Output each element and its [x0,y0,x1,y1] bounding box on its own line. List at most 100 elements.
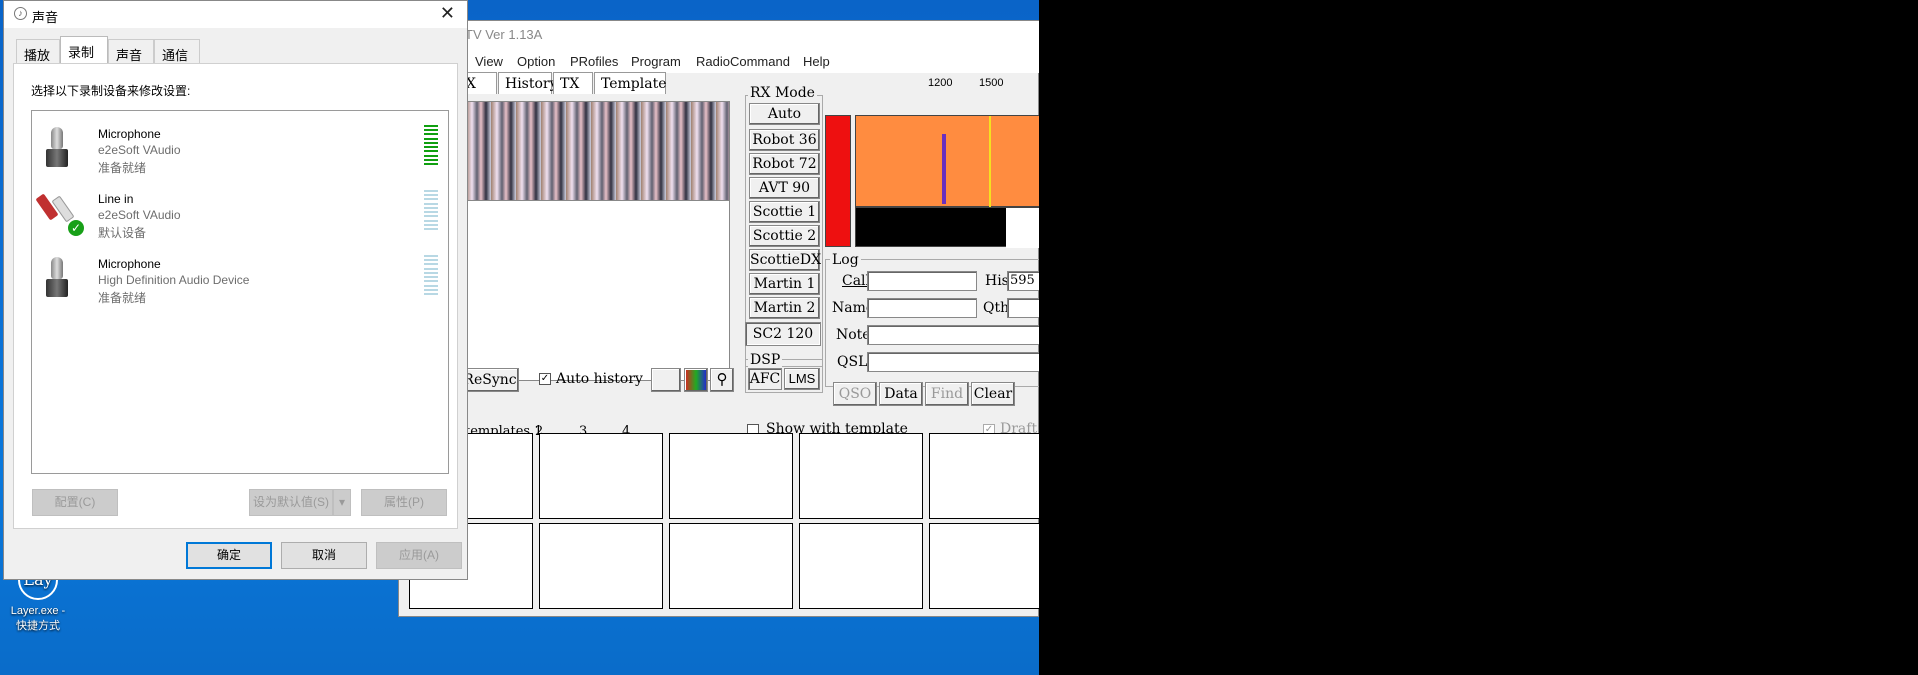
name-field[interactable] [867,298,977,318]
template-cell[interactable] [799,433,923,519]
call-label: Call [842,273,871,289]
clear-button[interactable]: Clear [971,382,1015,406]
device-item-microphone-vaudio[interactable]: Microphone e2eSoft VAudio 准备就绪 [32,117,448,181]
desktop-shortcut-label: Layer.exe - [10,605,66,617]
device-name: Line in [98,192,134,206]
tab-playback[interactable]: 播放 [16,39,60,63]
log-legend: Log [830,252,861,268]
apply-button[interactable]: 应用(A) [376,542,462,569]
tab-sounds[interactable]: 声音 [108,39,154,63]
mode-scottie2-button[interactable]: Scottie 2 [749,225,820,247]
ok-button[interactable]: 确定 [186,542,272,569]
tab-history[interactable]: History [498,72,558,94]
tab-communications[interactable]: 通信 [154,39,200,63]
scale-1200: 1200 [928,77,953,89]
mode-martin2-button[interactable]: Martin 2 [749,297,820,319]
level-meter [424,125,438,165]
tab-recording[interactable]: 录制 [60,36,108,64]
device-driver: e2eSoft VAudio [98,143,181,157]
device-item-line-in[interactable]: ✓ Line in e2eSoft VAudio 默认设备 [32,182,448,246]
mmsstv-window: TV Ver 1.13A View Option PRofiles Progra… [398,20,1039,617]
cancel-button[interactable]: 取消 [281,542,367,569]
tab-tx[interactable]: TX [553,72,593,94]
rx-image [465,101,730,201]
template-cell[interactable] [799,523,923,609]
speaker-icon: ♪ [14,7,27,20]
mode-robot36-button[interactable]: Robot 36 [749,129,820,151]
mode-scottie1-button[interactable]: Scottie 1 [749,201,820,223]
template-cell[interactable] [539,433,663,519]
configure-button[interactable]: 配置(C) [32,489,118,516]
mmsstv-title: TV Ver 1.13A [465,27,543,42]
data-button[interactable]: Data [879,382,923,406]
rx-mode-legend: RX Mode [748,85,817,101]
qth-label: Qth [983,300,1010,316]
level-meter [424,190,438,230]
find-button[interactable]: Find [925,382,969,406]
dsp-legend: DSP [748,352,783,368]
device-driver: e2eSoft VAudio [98,208,181,222]
mode-scottiedx-button[interactable]: ScottieDX [749,249,821,271]
auto-history-checkbox[interactable]: ✓ [539,373,551,385]
his-label: His [985,273,1009,289]
signal-level-bar [825,115,851,247]
device-name: Microphone [98,127,161,141]
template-cell[interactable] [539,523,663,609]
mode-avt90-button[interactable]: AVT 90 [749,177,820,199]
color-bars-icon[interactable] [684,368,708,392]
device-status: 默认设备 [98,226,147,240]
recording-panel: 选择以下录制设备来修改设置: Microphone e2eSoft VAudio… [13,63,458,529]
magnifier-icon[interactable]: ⚲ [710,368,734,392]
template-cell[interactable] [669,433,793,519]
spectrum-display[interactable] [855,115,1039,208]
set-default-button[interactable]: 设为默认值(S) [249,489,333,516]
default-check-icon: ✓ [66,218,86,238]
qsl-label: QSL [837,354,868,370]
device-name: Microphone [98,257,161,271]
desktop-shortcut-sublabel: 快捷方式 [16,620,60,632]
tab-template[interactable]: Template [594,72,667,94]
call-field[interactable] [867,271,977,291]
afc-button[interactable]: AFC [748,368,782,390]
menu-radiocommand[interactable]: RadioCommand [696,54,790,69]
microphone-icon [46,127,68,169]
lms-button[interactable]: LMS [784,368,820,390]
note-field[interactable] [867,325,1039,345]
note-label: Note [836,327,871,343]
qsl-field[interactable] [867,352,1039,372]
mode-sc2-120-button[interactable]: SC2 120 [745,322,821,346]
menu-program[interactable]: Program [631,54,681,69]
device-list: Microphone e2eSoft VAudio 准备就绪 ✓ Line in… [31,110,449,474]
level-meter [424,255,438,295]
mode-martin1-button[interactable]: Martin 1 [749,273,820,295]
copy-icon[interactable] [651,368,681,392]
device-item-microphone-hd-audio[interactable]: Microphone High Definition Audio Device … [32,247,448,311]
qth-field[interactable] [1007,298,1039,318]
mmsstv-menubar: View Option PRofiles Program RadioComman… [399,49,1039,73]
hint-text: 选择以下录制设备来修改设置: [31,84,191,98]
template-cell[interactable] [669,523,793,609]
template-cell[interactable] [929,523,1039,609]
mode-auto-button[interactable]: Auto [749,103,820,125]
template-cell[interactable] [929,433,1039,519]
auto-history-label: Auto history [556,371,643,387]
menu-help[interactable]: Help [803,54,830,69]
set-default-dropdown[interactable]: ▾ [333,489,351,516]
device-status: 准备就绪 [98,161,147,175]
dialog-titlebar[interactable]: ♪ 声音 ✕ [4,1,467,28]
desktop: Lay Layer.exe - 快捷方式 TV Ver 1.13A View O… [0,0,1039,675]
mmsstv-titlebar[interactable]: TV Ver 1.13A [399,21,1039,49]
rx-image-area [465,201,730,381]
properties-button[interactable]: 属性(P) [361,489,447,516]
device-driver: High Definition Audio Device [98,273,250,287]
his-field[interactable]: 595 [1007,271,1039,291]
microphone-icon [46,257,68,299]
menu-profiles[interactable]: PRofiles [570,54,618,69]
menu-option[interactable]: Option [517,54,555,69]
close-icon[interactable]: ✕ [440,3,455,24]
mode-robot72-button[interactable]: Robot 72 [749,153,820,175]
menu-view[interactable]: View [475,54,503,69]
qso-button[interactable]: QSO [833,382,877,406]
resync-button[interactable]: ReSync [461,368,519,392]
waterfall-display[interactable] [855,207,1039,248]
